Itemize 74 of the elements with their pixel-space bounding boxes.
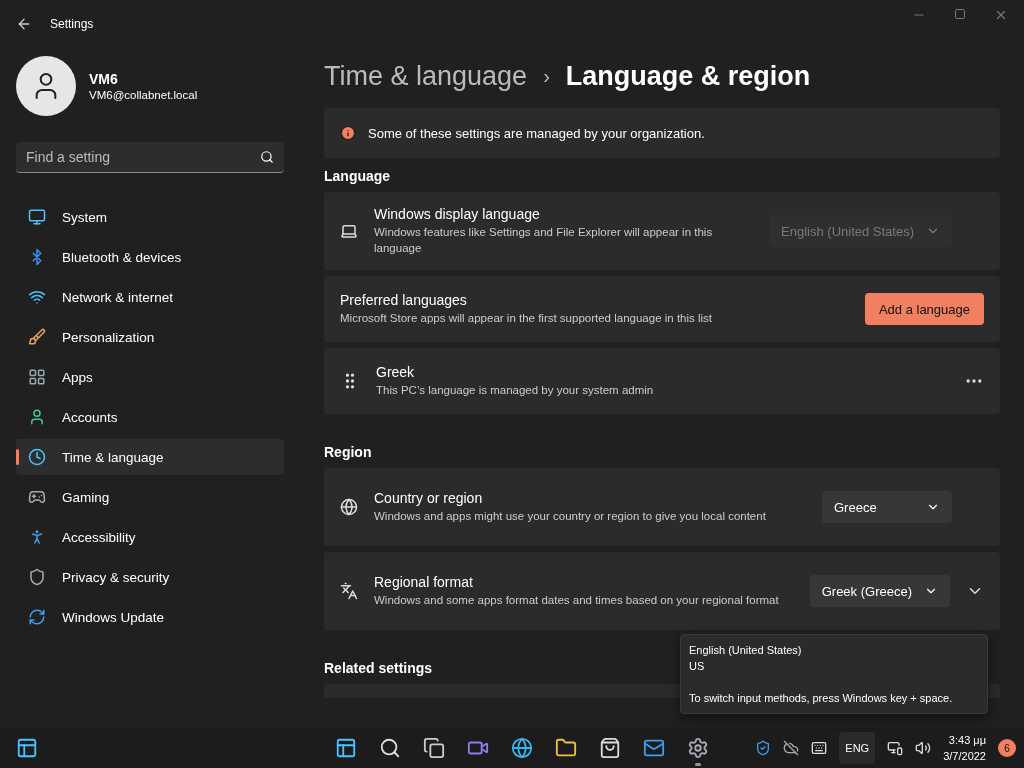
folder-icon — [555, 737, 577, 759]
nav-item[interactable]: Accounts — [16, 399, 284, 435]
notice-text: Some of these settings are managed by your organization. — [368, 125, 705, 141]
language-indicator[interactable]: ENG — [839, 732, 876, 764]
gamepad-icon — [28, 488, 46, 506]
translate-icon — [340, 582, 358, 600]
brush-icon — [28, 328, 46, 346]
shield-icon[interactable] — [755, 740, 772, 756]
add-language-button[interactable]: Add a language — [864, 293, 984, 325]
setting-title: Preferred languages — [340, 292, 468, 308]
avatar — [16, 56, 76, 116]
language-item[interactable]: Greek This PC’s language is managed by your system admin — [324, 348, 1000, 414]
nav-item[interactable]: System — [16, 199, 284, 235]
setting-title: Regional format — [374, 574, 474, 590]
dropdown[interactable]: Greek (Greece) — [809, 575, 950, 607]
store-icon — [599, 737, 621, 759]
windows-icon — [423, 737, 445, 759]
user-email: VM6@collabnet.local — [89, 89, 198, 101]
section-heading: Related settings — [324, 659, 433, 678]
mail-icon — [643, 737, 665, 759]
laptop-icon — [340, 222, 358, 240]
nav-item[interactable]: Network & internet — [16, 279, 284, 315]
tooltip-line: English (United States) — [689, 643, 803, 658]
maximize-icon[interactable] — [954, 8, 966, 20]
nav-item[interactable]: Bluetooth & devices — [16, 239, 284, 275]
nav-item[interactable]: Time & language — [16, 439, 284, 475]
widgets-icon[interactable] — [16, 737, 38, 759]
tooltip-line: US — [689, 659, 706, 674]
setting-title: Greek — [376, 364, 416, 380]
keyboard-icon[interactable] — [811, 740, 828, 756]
start-icon — [335, 737, 357, 759]
volume-icon[interactable] — [915, 740, 932, 756]
clock-icon — [28, 448, 46, 466]
person-icon — [28, 408, 46, 426]
search-icon — [260, 150, 274, 164]
section-heading: Region — [324, 443, 372, 462]
window-title: Settings — [50, 17, 94, 31]
search-icon — [379, 737, 401, 759]
wifi-icon — [28, 288, 46, 306]
cloud-off-icon[interactable] — [783, 740, 800, 756]
refresh-icon — [28, 608, 46, 626]
user-name: VM6 — [89, 71, 119, 87]
info-icon — [340, 125, 356, 141]
browser-icon — [511, 737, 533, 759]
breadcrumb-separator: › — [543, 64, 550, 88]
setting-description: Windows features like Settings and File Explorer will appear in this language — [374, 225, 714, 256]
notification-badge[interactable]: 6 — [998, 739, 1016, 757]
network-icon[interactable] — [887, 740, 904, 756]
back-icon[interactable] — [16, 16, 32, 32]
breadcrumb-link[interactable]: Time & language — [324, 60, 528, 92]
clock[interactable]: 3:43 μμ 3/7/2022 — [943, 732, 986, 764]
dropdown[interactable]: Greece — [822, 491, 952, 523]
setting-title: Windows display language — [374, 206, 541, 222]
setting-description: Microsoft Store apps will appear in the first supported language in this list — [340, 311, 714, 326]
tooltip-hint: To switch input methods, press Windows key + space. — [689, 691, 954, 706]
setting-description: Windows and apps might use your country or region to give you local content — [374, 509, 767, 524]
search-field[interactable]: Find a setting — [16, 142, 284, 173]
nav-item[interactable]: Privacy & security — [16, 559, 284, 595]
section-heading: Language — [324, 167, 391, 186]
nav-item[interactable]: Personalization — [16, 319, 284, 355]
monitor-icon — [28, 208, 46, 226]
globe-icon — [340, 498, 358, 516]
page-title: Language & region — [565, 60, 811, 92]
setting-description: This PC’s language is managed by your system admin — [376, 383, 655, 398]
nav-item[interactable]: Apps — [16, 359, 284, 395]
settings-icon — [687, 737, 709, 759]
setting-description: Windows and some apps format dates and times based on your regional format — [374, 593, 780, 608]
nav-item[interactable]: Accessibility — [16, 519, 284, 555]
setting-title: Country or region — [374, 490, 484, 506]
nav-item[interactable]: Windows Update — [16, 599, 284, 635]
apps-icon — [28, 368, 46, 386]
shield-icon — [28, 568, 46, 586]
nav-item[interactable]: Gaming — [16, 479, 284, 515]
close-icon[interactable] — [994, 8, 1008, 22]
